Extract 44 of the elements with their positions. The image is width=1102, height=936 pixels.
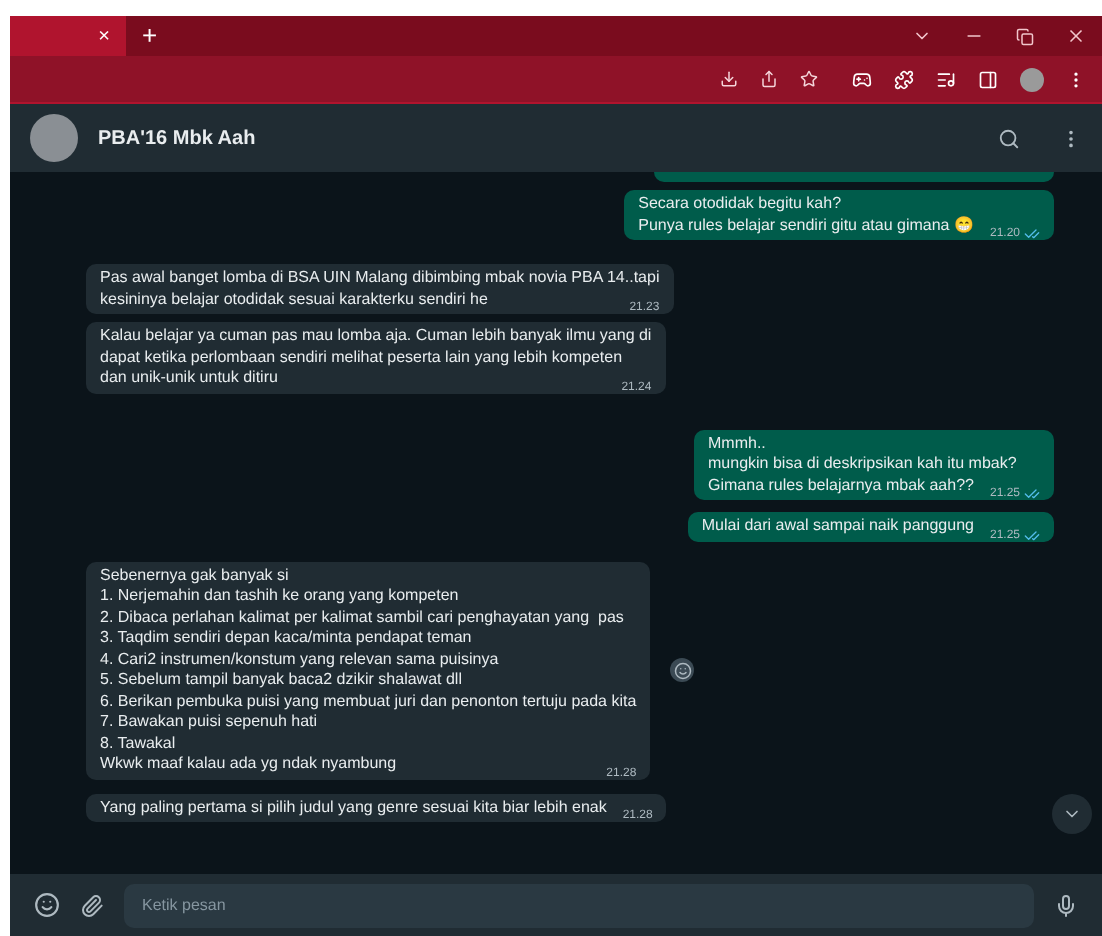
reaction-button[interactable] bbox=[670, 658, 695, 682]
emoji-icon[interactable] bbox=[34, 892, 60, 918]
message-text: Secara otodidak begitu kah? bbox=[638, 194, 842, 215]
chat-title: PBA'16 Mbk Aah bbox=[98, 125, 256, 153]
close-icon[interactable] bbox=[1066, 26, 1086, 46]
new-tab-button[interactable]: + bbox=[142, 16, 158, 56]
message-text: Gimana rules belajarnya mbak aah?? bbox=[708, 475, 974, 496]
restore-icon[interactable] bbox=[1016, 27, 1034, 45]
message-text: dan unik-unik untuk ditiru bbox=[100, 368, 278, 389]
share-icon[interactable] bbox=[760, 70, 778, 88]
attach-icon[interactable] bbox=[80, 893, 104, 917]
star-icon[interactable] bbox=[800, 70, 818, 88]
puzzle-icon[interactable] bbox=[894, 69, 914, 89]
search-icon[interactable] bbox=[998, 127, 1020, 149]
message-text: Pas awal banget lomba di BSA UIN Malang dibimbing mbak novia PBA 14..tapi bbox=[100, 268, 660, 289]
tab-close-button[interactable]: × bbox=[98, 21, 110, 51]
contact-avatar[interactable] bbox=[30, 114, 78, 162]
message-text: dapat ketika perlombaan sendiri melihat peserta lain yang lebih kompeten bbox=[100, 347, 623, 368]
message-text: mungkin bisa di deskripsikan kah itu mbak? bbox=[708, 454, 1017, 475]
message-text: Wkwk maaf kalau ada yg ndak nyambung bbox=[100, 754, 397, 775]
download-icon[interactable] bbox=[720, 70, 738, 88]
message-text: 2. Dibaca perlahan kalimat per kalimat sambil cari penghayatan yang pas bbox=[100, 607, 624, 628]
microphone-icon[interactable] bbox=[1054, 893, 1078, 917]
message-text: Mmmh.. bbox=[708, 433, 766, 454]
smile-icon bbox=[673, 661, 692, 679]
profile-avatar[interactable] bbox=[1020, 67, 1044, 91]
message-input[interactable]: Ketik pesan bbox=[124, 883, 1034, 927]
message-text: 8. Tawakal bbox=[100, 733, 176, 754]
message-text: 7. Bawakan puisi sepenuh hati bbox=[100, 712, 318, 733]
extension-icon[interactable] bbox=[852, 69, 872, 89]
message-text: 3. Taqdim sendiri depan kaca/minta pendapat teman bbox=[100, 628, 472, 649]
side-panel-icon[interactable] bbox=[978, 69, 998, 89]
browser-tab[interactable]: × bbox=[10, 16, 126, 56]
message-text: Kalau belajar ya cuman pas mau lomba aja. Cuman lebih banyak ilmu yang di bbox=[100, 326, 652, 347]
message-text: kesininya belajar otodidak sesuai karakterku sendiri he bbox=[100, 289, 488, 310]
message-text: 5. Sebelum tampil banyak baca2 dzikir shalawat dll bbox=[100, 670, 462, 691]
message-text: Punya rules belajar sendiri gitu atau gimana 😁 bbox=[638, 215, 974, 236]
message-text: Mulai dari awal sampai naik panggung bbox=[701, 516, 974, 537]
message-text: 4. Cari2 instrumen/konstum yang relevan sama puisinya bbox=[100, 649, 499, 670]
message-text: Yang paling pertama si pilih judul yang genre sesuai kita biar lebih enak bbox=[100, 797, 607, 818]
message-text: Sebenernya gak banyak si bbox=[100, 565, 289, 586]
message-text: 6. Berikan pembuka puisi yang membuat juri dan penonton tertuju pada kita bbox=[100, 691, 637, 712]
message-text: 1. Nerjemahin dan tashih ke orang yang kompeten bbox=[100, 586, 459, 607]
media-icon[interactable] bbox=[936, 69, 956, 89]
